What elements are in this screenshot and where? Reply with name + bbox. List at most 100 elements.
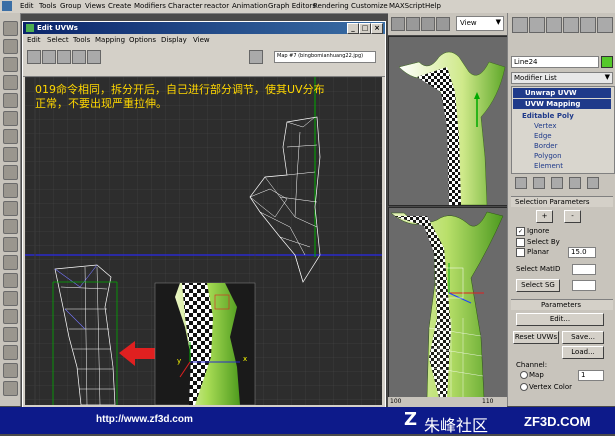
vertex-color-radio[interactable] (520, 383, 528, 391)
edit-uvws-titlebar[interactable]: Edit UVWs _ □ × (23, 22, 385, 34)
sg-field[interactable] (572, 280, 596, 291)
map-channel-radio[interactable] (520, 371, 528, 379)
app-icon[interactable] (2, 1, 12, 11)
object-name-field[interactable]: Line24 (511, 56, 599, 68)
display-tab-icon[interactable] (580, 17, 596, 33)
menu-views[interactable]: Views (85, 2, 105, 10)
uv-menu-tools[interactable]: Tools (73, 36, 90, 44)
tool-icon-10[interactable] (3, 183, 18, 198)
pin-stack-icon[interactable] (515, 177, 527, 189)
viewport-perspective[interactable] (388, 207, 508, 399)
parameters-rollout[interactable]: Parameters (511, 299, 613, 310)
viewport-top[interactable] (388, 36, 508, 206)
close-button[interactable]: × (371, 23, 383, 34)
rotate-tool-icon[interactable] (42, 50, 56, 64)
select-sg-button[interactable]: Select SG (516, 279, 560, 292)
stack-sub-border[interactable]: Border (534, 142, 557, 150)
scale-tool-icon[interactable] (57, 50, 71, 64)
timeline[interactable]: 100 110 (388, 397, 507, 407)
menu-modifiers[interactable]: Modifiers (134, 2, 166, 10)
menu-tools[interactable]: Tools (39, 2, 56, 10)
stack-item-editable-poly[interactable]: Editable Poly (522, 112, 574, 120)
uv-menu-options[interactable]: Options (129, 36, 156, 44)
map-dropdown[interactable]: Map #7 (bingbomianhuang22.jpg) (274, 51, 376, 63)
object-color-swatch[interactable] (601, 56, 613, 68)
minimize-button[interactable]: _ (347, 23, 359, 34)
tool-icon-12[interactable] (3, 219, 18, 234)
map-channel-field[interactable]: 1 (578, 370, 604, 381)
tool-icon-15[interactable] (3, 273, 18, 288)
uv-menu-mapping[interactable]: Mapping (95, 36, 125, 44)
ignore-checkbox[interactable]: ✓ (516, 227, 525, 236)
toolbar-icon-1[interactable] (391, 17, 405, 31)
edit-uvws-window[interactable]: Edit UVWs _ □ × Edit Select Tools Mappin… (22, 21, 386, 409)
maximize-button[interactable]: □ (359, 23, 371, 34)
selection-parameters-rollout[interactable]: Selection Parameters (511, 196, 613, 207)
show-map-icon[interactable] (249, 50, 263, 64)
tool-icon-14[interactable] (3, 255, 18, 270)
menu-group[interactable]: Group (60, 2, 81, 10)
configure-sets-icon[interactable] (587, 177, 599, 189)
remove-modifier-icon[interactable] (569, 177, 581, 189)
select-by-checkbox[interactable] (516, 238, 525, 247)
planar-checkbox[interactable] (516, 248, 525, 257)
grow-selection-button[interactable]: + (536, 210, 553, 223)
view-dropdown[interactable]: View ▼ (456, 16, 504, 31)
toolbar-icon-3[interactable] (421, 17, 435, 31)
matid-field[interactable] (572, 264, 596, 275)
tool-icon-2[interactable] (3, 39, 18, 54)
tool-icon-8[interactable] (3, 147, 18, 162)
stack-sub-vertex[interactable]: Vertex (534, 122, 557, 130)
uv-menu-display[interactable]: Display (161, 36, 187, 44)
tool-icon-6[interactable] (3, 111, 18, 126)
uv-menu-view[interactable]: View (193, 36, 210, 44)
motion-tab-icon[interactable] (563, 17, 579, 33)
menu-graph-editors[interactable]: Graph Editors (268, 2, 316, 10)
modify-tab-icon[interactable] (529, 17, 545, 33)
tool-icon-3[interactable] (3, 57, 18, 72)
uv-menu-select[interactable]: Select (47, 36, 69, 44)
stack-item-uvw-mapping[interactable]: UVW Mapping (513, 99, 611, 109)
tool-icon-21[interactable] (3, 381, 18, 396)
menu-edit[interactable]: Edit (20, 2, 34, 10)
tool-icon-11[interactable] (3, 201, 18, 216)
tool-icon-9[interactable] (3, 165, 18, 180)
move-tool-icon[interactable] (27, 50, 41, 64)
toolbar-icon-4[interactable] (436, 17, 450, 31)
stack-item-unwrap-uvw[interactable]: Unwrap UVW (513, 88, 611, 98)
reset-uvws-button[interactable]: Reset UVWs (513, 331, 559, 344)
create-tab-icon[interactable] (512, 17, 528, 33)
menu-rendering[interactable]: Rendering (313, 2, 349, 10)
shrink-selection-button[interactable]: - (564, 210, 581, 223)
stack-sub-polygon[interactable]: Polygon (534, 152, 562, 160)
tool-icon-7[interactable] (3, 129, 18, 144)
stack-sub-edge[interactable]: Edge (534, 132, 552, 140)
mirror-tool-icon[interactable] (87, 50, 101, 64)
modifier-list-dropdown[interactable]: Modifier List ▼ (511, 72, 613, 84)
menu-maxscript[interactable]: MAXScript (389, 2, 425, 10)
uv-editor-canvas[interactable]: y x 019命令相同，拆分开后，自己进行部分调节，使其UV分布正常，不要出现严… (25, 77, 382, 405)
show-end-result-icon[interactable] (533, 177, 545, 189)
menu-character[interactable]: Character (168, 2, 203, 10)
tool-icon-19[interactable] (3, 345, 18, 360)
planar-angle-field[interactable]: 15.0 (568, 247, 596, 258)
edit-button[interactable]: Edit... (516, 313, 604, 326)
menu-animation[interactable]: Animation (232, 2, 268, 10)
tool-icon-17[interactable] (3, 309, 18, 324)
utilities-tab-icon[interactable] (597, 17, 613, 33)
tool-icon-5[interactable] (3, 93, 18, 108)
tool-icon-18[interactable] (3, 327, 18, 342)
tool-icon-16[interactable] (3, 291, 18, 306)
save-button[interactable]: Save... (562, 331, 604, 344)
freeform-tool-icon[interactable] (72, 50, 86, 64)
tool-icon-4[interactable] (3, 75, 18, 90)
menu-create[interactable]: Create (108, 2, 131, 10)
menu-customize[interactable]: Customize (351, 2, 388, 10)
modifier-stack[interactable]: Unwrap UVW UVW Mapping Editable Poly Ver… (511, 86, 615, 174)
load-button[interactable]: Load... (562, 346, 604, 359)
menu-help[interactable]: Help (425, 2, 441, 10)
uv-menu-edit[interactable]: Edit (27, 36, 41, 44)
menu-reactor[interactable]: reactor (204, 2, 229, 10)
stack-sub-element[interactable]: Element (534, 162, 563, 170)
make-unique-icon[interactable] (551, 177, 563, 189)
